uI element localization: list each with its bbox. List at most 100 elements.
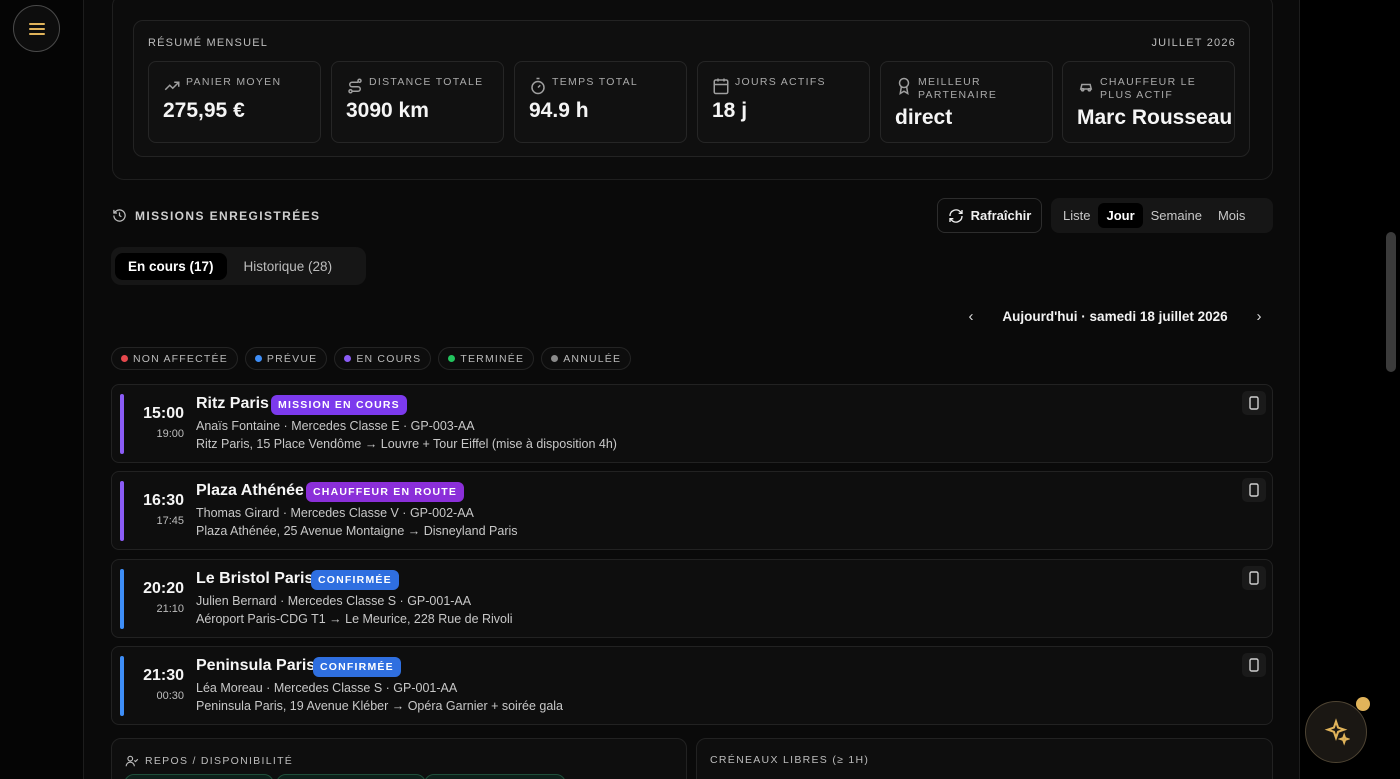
- mission-details: Léa Moreau · Mercedes Classe S · GP-001-…: [196, 681, 458, 695]
- status-bar: [120, 569, 124, 629]
- view-month[interactable]: Mois: [1210, 203, 1253, 228]
- mission-client: Le Bristol Paris: [196, 570, 314, 587]
- mission-start-time: 16:30: [143, 492, 184, 509]
- summary-month: JUILLET 2026: [1151, 37, 1236, 49]
- phone-button[interactable]: [1242, 653, 1266, 677]
- current-date-label: Aujourd'hui · samedi 18 juillet 2026: [1002, 308, 1228, 324]
- stat-label: MEILLEUR PARTENAIRE: [918, 76, 998, 101]
- status-bar: [120, 481, 124, 541]
- view-day[interactable]: Jour: [1098, 203, 1143, 228]
- stat-value: 275,95 €: [163, 99, 245, 122]
- mission-start-time: 15:00: [143, 405, 184, 422]
- car-icon: [1079, 83, 1093, 92]
- slots-panel-title: CRÉNEAUX LIBRES (≥ 1H): [710, 754, 870, 766]
- mission-status-badge: CHAUFFEUR EN ROUTE: [306, 482, 465, 502]
- phone-button[interactable]: [1242, 478, 1266, 502]
- mission-route: Ritz Paris, 15 Place Vendôme → Louvre + …: [196, 437, 617, 451]
- mission-route: Aéroport Paris-CDG T1 → Le Meurice, 228 …: [196, 612, 513, 626]
- mission-end-time: 00:30: [156, 690, 184, 702]
- driver-availability-chip[interactable]: [276, 774, 426, 779]
- legend-label: ANNULÉE: [563, 352, 622, 365]
- ai-assistant-button[interactable]: [1305, 701, 1367, 763]
- mission-route: Peninsula Paris, 19 Avenue Kléber → Opér…: [196, 699, 563, 713]
- status-legend: NON AFFECTÉE PRÉVUE EN COURS TERMINÉE AN…: [111, 347, 632, 370]
- right-gutter: [1300, 0, 1400, 779]
- summary-title: RÉSUMÉ MENSUEL: [148, 37, 269, 49]
- menu-button[interactable]: [13, 5, 60, 52]
- legend-in-progress: EN COURS: [334, 347, 432, 370]
- mission-row[interactable]: 16:30 17:45 Plaza Athénée CHAUFFEUR EN R…: [111, 471, 1273, 550]
- mission-end-time: 17:45: [156, 515, 184, 527]
- next-day-button[interactable]: ›: [1248, 308, 1270, 325]
- mission-row[interactable]: 21:30 00:30 Peninsula Paris CONFIRMÉE Lé…: [111, 646, 1273, 725]
- date-navigator: ‹ Aujourd'hui · samedi 18 juillet 2026 ›: [960, 300, 1270, 332]
- prev-day-button[interactable]: ‹: [960, 308, 982, 325]
- phone-button[interactable]: [1242, 566, 1266, 590]
- free-slots-panel: CRÉNEAUX LIBRES (≥ 1H): [696, 738, 1273, 779]
- tab-in-progress[interactable]: En cours (17): [115, 252, 227, 280]
- stat-best-partner: MEILLEUR PARTENAIRE direct: [880, 61, 1053, 143]
- status-dot: [551, 355, 559, 362]
- sparkles-icon: [1324, 718, 1350, 746]
- stat-label: DISTANCE TOTALE: [369, 76, 484, 88]
- mission-client: Ritz Paris: [196, 395, 269, 412]
- driver-availability-chip[interactable]: [424, 774, 566, 779]
- legend-label: PRÉVUE: [266, 352, 318, 365]
- stat-value: 18 j: [712, 99, 748, 122]
- hamburger-icon: [28, 22, 45, 35]
- award-icon: [898, 77, 910, 95]
- phone-icon: [1249, 483, 1259, 497]
- mission-status-badge: MISSION EN COURS: [271, 395, 407, 415]
- scrollbar[interactable]: [1386, 232, 1396, 372]
- phone-icon: [1249, 571, 1259, 585]
- left-rail: [0, 0, 84, 779]
- legend-planned: PRÉVUE: [244, 347, 328, 370]
- mission-start-time: 20:20: [143, 580, 184, 597]
- mission-status-badge: CONFIRMÉE: [313, 657, 401, 677]
- mission-details: Thomas Girard · Mercedes Classe V · GP-0…: [196, 506, 474, 520]
- rest-panel-header: REPOS / DISPONIBILITÉ: [125, 754, 293, 768]
- legend-label: NON AFFECTÉE: [133, 352, 228, 365]
- mission-tabs: En cours (17) Historique (28): [111, 247, 366, 285]
- view-week[interactable]: Semaine: [1143, 203, 1210, 228]
- status-bar: [120, 394, 124, 454]
- mission-details: Julien Bernard · Mercedes Classe S · GP-…: [196, 594, 472, 608]
- stat-value: direct: [895, 106, 953, 129]
- stat-value: 94.9 h: [529, 99, 589, 122]
- mission-end-time: 21:10: [156, 603, 184, 615]
- stat-label: JOURS ACTIFS: [735, 76, 826, 88]
- tab-history[interactable]: Historique (28): [231, 253, 346, 280]
- users-icon: [125, 755, 139, 767]
- status-bar: [120, 656, 124, 716]
- refresh-icon: [948, 208, 963, 223]
- mission-row[interactable]: 15:00 19:00 Ritz Paris MISSION EN COURS …: [111, 384, 1273, 463]
- timer-icon: [531, 77, 545, 95]
- legend-completed: TERMINÉE: [438, 347, 535, 370]
- phone-icon: [1249, 658, 1259, 672]
- rest-panel-title: REPOS / DISPONIBILITÉ: [145, 755, 294, 767]
- stat-label: PANIER MOYEN: [186, 76, 282, 88]
- notification-dot: [1356, 697, 1370, 711]
- trending-up-icon: [164, 81, 180, 91]
- history-icon: [113, 209, 126, 222]
- missions-header: MISSIONS ENREGISTRÉES: [112, 208, 320, 223]
- view-switcher: Liste Jour Semaine Mois: [1051, 198, 1273, 233]
- mission-start-time: 21:30: [143, 667, 184, 684]
- refresh-label: Rafraîchir: [970, 208, 1032, 223]
- status-dot: [254, 355, 262, 362]
- rest-availability-panel: REPOS / DISPONIBILITÉ: [111, 738, 687, 779]
- refresh-button[interactable]: Rafraîchir: [937, 198, 1042, 233]
- status-dot: [121, 355, 128, 362]
- mission-end-time: 19:00: [156, 428, 184, 440]
- missions-title: MISSIONS ENREGISTRÉES: [135, 208, 321, 223]
- stat-active-days: JOURS ACTIFS 18 j: [697, 61, 870, 143]
- stat-total-time: TEMPS TOTAL 94.9 h: [514, 61, 687, 143]
- route-icon: [348, 78, 362, 94]
- mission-row[interactable]: 20:20 21:10 Le Bristol Paris CONFIRMÉE J…: [111, 559, 1273, 638]
- view-list[interactable]: Liste: [1055, 203, 1098, 228]
- stat-total-distance: DISTANCE TOTALE 3090 km: [331, 61, 504, 143]
- driver-availability-chip[interactable]: [124, 774, 274, 779]
- phone-button[interactable]: [1242, 391, 1266, 415]
- stat-label: TEMPS TOTAL: [552, 76, 639, 88]
- stat-value: Marc Rousseau: [1077, 106, 1233, 129]
